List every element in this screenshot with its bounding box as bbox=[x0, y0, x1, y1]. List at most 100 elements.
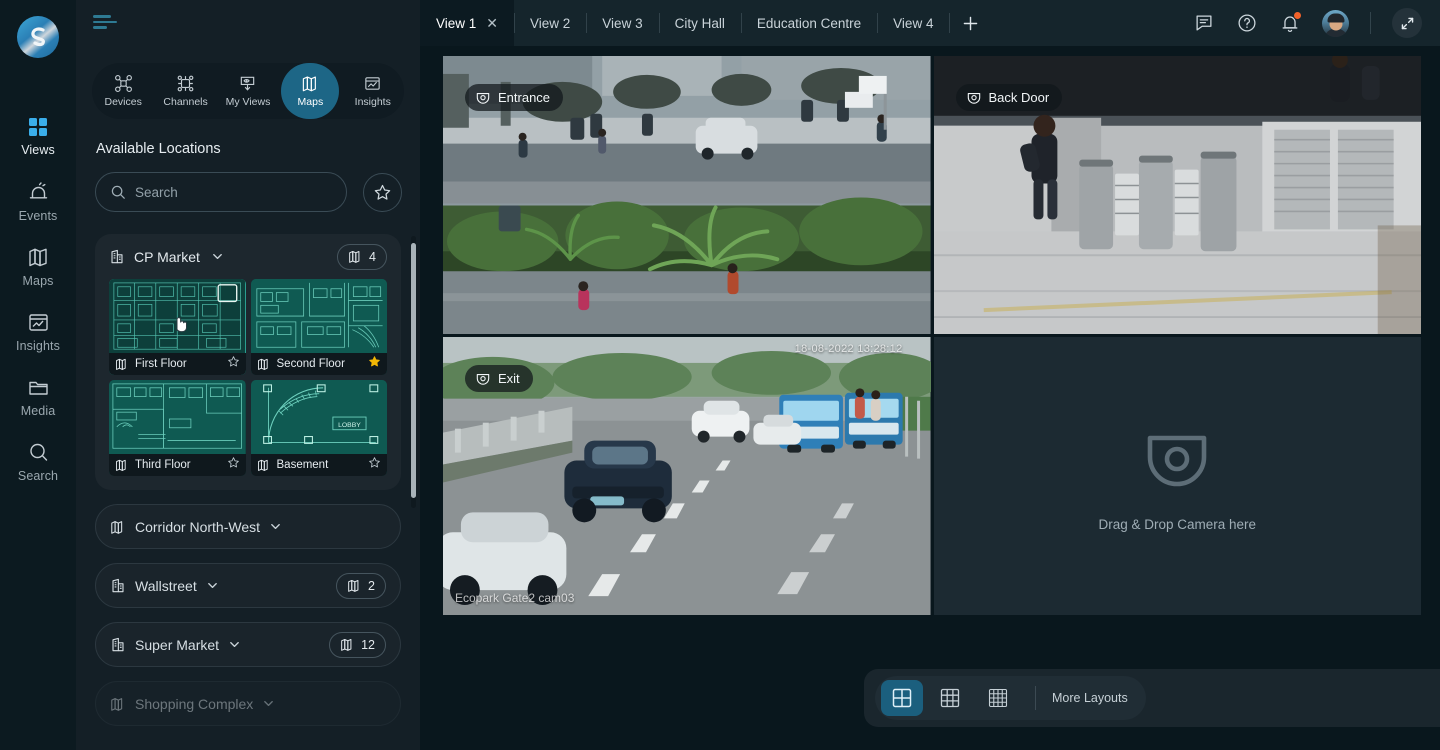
location-group-cp-market: CP Market 4 First Floor Second Floor Thi… bbox=[95, 234, 401, 490]
floor-name: First Floor bbox=[135, 358, 187, 370]
map-fold-icon bbox=[28, 248, 47, 266]
hamburger-menu-icon[interactable] bbox=[93, 15, 119, 31]
folder-icon bbox=[28, 381, 48, 395]
video-cell-back-door[interactable]: Back Door bbox=[933, 56, 1421, 334]
expand-fullscreen-icon[interactable] bbox=[1392, 8, 1422, 38]
help-circle-icon[interactable] bbox=[1236, 12, 1258, 34]
tab-view-2[interactable]: View 2 bbox=[514, 0, 586, 46]
cursor-hand-icon bbox=[176, 317, 187, 333]
layout-3x3-button[interactable] bbox=[929, 680, 971, 716]
floor-thumbnail-grid: First Floor Second Floor Third Floor LOB… bbox=[95, 279, 401, 490]
avatar[interactable] bbox=[1322, 9, 1349, 37]
location-item-shopping-complex[interactable]: Shopping Complex bbox=[95, 681, 401, 726]
tab-view-1[interactable]: View 1 ✕ bbox=[420, 0, 515, 46]
tab-label: My Views bbox=[225, 96, 271, 108]
sidebar-item-media[interactable]: Media bbox=[0, 364, 76, 429]
floor-thumbnail-third-floor[interactable]: Third Floor bbox=[109, 380, 246, 476]
locations-panel: Devices Channels My Views Maps Insights … bbox=[76, 0, 420, 750]
close-icon[interactable]: ✕ bbox=[486, 16, 498, 30]
add-tab-button[interactable] bbox=[949, 0, 991, 46]
eye-views-icon bbox=[241, 76, 255, 91]
alarm-bell-icon bbox=[29, 181, 47, 198]
divider bbox=[1035, 686, 1036, 710]
cctv-dome-icon bbox=[967, 92, 980, 104]
panel-scrollbar-thumb[interactable] bbox=[411, 243, 416, 498]
main-content: View 1 ✕ View 2 View 3 City Hall Educati… bbox=[420, 0, 1440, 750]
tab-city-hall[interactable]: City Hall bbox=[658, 0, 741, 46]
floor-favorite-toggle[interactable] bbox=[227, 456, 240, 474]
video-cell-empty-dropzone[interactable]: Drag & Drop Camera here bbox=[933, 337, 1421, 615]
app-root: Views Events Maps Insights Media Search … bbox=[0, 0, 1440, 750]
notification-bell-icon[interactable] bbox=[1279, 11, 1302, 34]
video-cell-entrance[interactable]: Entrance bbox=[443, 56, 931, 334]
video-cell-exit[interactable]: Exit 18-08-2022 13:28:12 Ecopark Gate2 c… bbox=[443, 337, 931, 615]
floor-thumbnail-second-floor[interactable]: Second Floor bbox=[250, 279, 387, 375]
grid-4x4-icon bbox=[988, 688, 1008, 708]
chart-window-icon bbox=[365, 77, 380, 90]
star-outline-icon bbox=[227, 457, 239, 468]
tab-maps[interactable]: Maps bbox=[281, 63, 340, 119]
layout-4x4-button[interactable] bbox=[977, 680, 1019, 716]
map-count-value: 2 bbox=[368, 578, 375, 593]
tab-channels[interactable]: Channels bbox=[157, 63, 215, 119]
favorites-filter-button[interactable] bbox=[363, 172, 402, 212]
tab-education-centre[interactable]: Education Centre bbox=[740, 0, 877, 46]
map-count-value: 12 bbox=[361, 637, 375, 652]
building-icon bbox=[111, 249, 123, 263]
panel-segmented-control: Devices Channels My Views Maps Insights bbox=[92, 63, 404, 119]
chat-message-icon[interactable] bbox=[1193, 12, 1215, 34]
shield-logo-icon[interactable] bbox=[17, 16, 59, 58]
tab-label: Insights bbox=[354, 96, 391, 108]
tab-devices[interactable]: Devices bbox=[94, 63, 152, 119]
chart-window-icon bbox=[28, 313, 48, 331]
sidebar-item-insights[interactable]: Insights bbox=[0, 299, 76, 364]
star-outline-icon bbox=[374, 184, 391, 200]
floor-favorite-toggle[interactable] bbox=[227, 355, 240, 373]
locations-list: CP Market 4 First Floor Second Floor Thi… bbox=[95, 234, 401, 750]
grid-2x2-icon bbox=[892, 688, 912, 708]
sidebar-item-label: Maps bbox=[22, 273, 54, 288]
map-count-badge: 12 bbox=[329, 631, 386, 658]
map-fold-icon bbox=[341, 639, 352, 651]
building-icon bbox=[112, 578, 124, 592]
map-fold-icon bbox=[348, 580, 359, 592]
tab-label: Channels bbox=[163, 96, 208, 108]
search-input[interactable] bbox=[135, 184, 325, 200]
tab-insights[interactable]: Insights bbox=[344, 63, 402, 119]
layout-2x2-button[interactable] bbox=[881, 680, 923, 716]
location-name: CP Market bbox=[134, 248, 200, 265]
drone-icon bbox=[114, 75, 132, 92]
sidebar-item-label: Search bbox=[17, 468, 59, 483]
floor-favorite-toggle[interactable] bbox=[368, 456, 381, 474]
tab-view-3[interactable]: View 3 bbox=[586, 0, 658, 46]
location-item-corridor-north-west[interactable]: Corridor North-West bbox=[95, 504, 401, 549]
search-input-wrapper[interactable] bbox=[95, 172, 347, 212]
camera-name: Back Door bbox=[988, 90, 1050, 105]
sidebar-item-events[interactable]: Events bbox=[0, 169, 76, 234]
star-outline-icon bbox=[227, 356, 239, 367]
sidebar-item-views[interactable]: Views bbox=[0, 104, 76, 169]
tab-my-views[interactable]: My Views bbox=[219, 63, 277, 119]
tabbar-actions bbox=[1193, 0, 1440, 46]
star-filled-icon bbox=[369, 356, 380, 367]
location-item-super-market[interactable]: Super Market 12 bbox=[95, 622, 401, 667]
tab-label: View 4 bbox=[893, 15, 934, 31]
floor-thumbnail-first-floor[interactable]: First Floor bbox=[109, 279, 246, 375]
camera-name: Exit bbox=[498, 371, 520, 386]
search-row bbox=[95, 172, 402, 212]
location-item-wallstreet[interactable]: Wallstreet 2 bbox=[95, 563, 401, 608]
sidebar-item-maps[interactable]: Maps bbox=[0, 234, 76, 299]
building-icon bbox=[112, 637, 124, 651]
location-group-header[interactable]: CP Market 4 bbox=[95, 234, 401, 279]
grid-squares-icon bbox=[29, 118, 47, 136]
view-tabbar: View 1 ✕ View 2 View 3 City Hall Educati… bbox=[420, 0, 1440, 46]
floor-thumbnail-basement[interactable]: LOBBY Basement bbox=[250, 380, 387, 476]
camera-name: Entrance bbox=[498, 90, 551, 105]
floor-caption: Basement bbox=[250, 454, 387, 476]
tab-view-4[interactable]: View 4 bbox=[877, 0, 949, 46]
map-fold-icon bbox=[111, 520, 123, 534]
primary-nav-rail: Views Events Maps Insights Media Search bbox=[0, 0, 76, 750]
more-layouts-button[interactable]: More Layouts bbox=[1052, 691, 1140, 705]
floor-favorite-toggle[interactable] bbox=[368, 355, 381, 373]
sidebar-item-search[interactable]: Search bbox=[0, 429, 76, 494]
